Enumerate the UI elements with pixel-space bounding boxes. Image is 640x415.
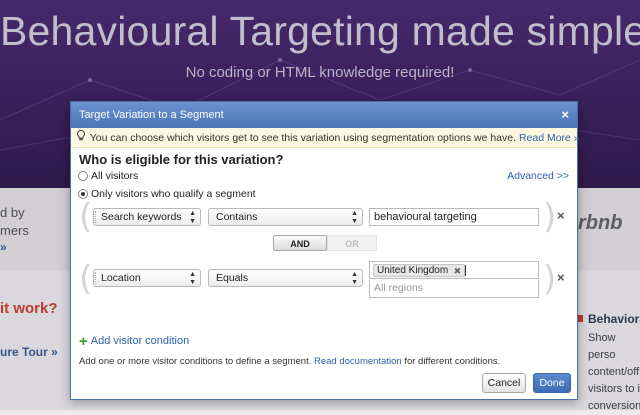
- condition-field-select[interactable]: Location ▲ ▼: [93, 269, 201, 287]
- select-arrows-icon: ▲ ▼: [189, 210, 196, 225]
- modal-header: Target Variation to a Segment ×: [71, 102, 577, 128]
- condition-field-select[interactable]: Search keywords ▲ ▼: [93, 208, 201, 226]
- condition-operator-select[interactable]: Contains ▲ ▼: [208, 208, 363, 226]
- close-icon[interactable]: ×: [561, 102, 569, 128]
- eligibility-question: Who is eligible for this variation?: [79, 152, 284, 167]
- and-button[interactable]: AND: [273, 235, 327, 251]
- read-documentation-link[interactable]: Read documentation: [314, 356, 402, 367]
- open-paren-icon: (: [79, 259, 93, 299]
- radio-unchecked-icon[interactable]: [78, 171, 88, 181]
- condition-value-input[interactable]: behavioural targeting: [369, 208, 539, 226]
- read-more-link[interactable]: Read More »: [519, 132, 580, 144]
- add-visitor-condition[interactable]: + Add visitor condition: [79, 334, 189, 349]
- segment-modal: Target Variation to a Segment × You can …: [70, 101, 580, 400]
- close-paren-icon: ): [543, 197, 557, 237]
- region-tag: United Kingdom ✖: [373, 264, 466, 277]
- select-arrows-icon: ▲ ▼: [351, 271, 358, 286]
- or-button[interactable]: OR: [327, 235, 377, 251]
- info-bar: You can choose which visitors get to see…: [71, 128, 580, 148]
- modal-title: Target Variation to a Segment: [79, 109, 224, 121]
- close-paren-icon: ): [543, 259, 557, 299]
- done-button[interactable]: Done: [533, 373, 571, 393]
- advanced-link[interactable]: Advanced >>: [507, 170, 569, 182]
- cancel-button[interactable]: Cancel: [482, 373, 526, 393]
- region-tags-input[interactable]: United Kingdom ✖: [369, 261, 539, 279]
- remove-condition-icon[interactable]: ×: [557, 208, 565, 223]
- radio-all-visitors[interactable]: All visitors: [78, 170, 138, 182]
- select-arrows-icon: ▲ ▼: [189, 271, 196, 286]
- drag-handle-icon[interactable]: [95, 211, 98, 223]
- drag-handle-icon[interactable]: [95, 272, 98, 284]
- region-search-input[interactable]: All regions: [369, 280, 539, 298]
- lightbulb-icon: [77, 128, 87, 148]
- region-multiselect[interactable]: United Kingdom ✖ All regions: [369, 261, 539, 298]
- condition-operator-select[interactable]: Equals ▲ ▼: [208, 269, 363, 287]
- remove-tag-icon[interactable]: ✖: [454, 265, 462, 277]
- select-arrows-icon: ▲ ▼: [351, 210, 358, 225]
- radio-segment-visitors[interactable]: Only visitors who qualify a segment: [78, 188, 256, 200]
- plus-icon[interactable]: +: [79, 334, 88, 349]
- help-text: Add one or more visitor conditions to de…: [79, 356, 501, 367]
- open-paren-icon: (: [79, 197, 93, 237]
- remove-condition-icon[interactable]: ×: [557, 270, 565, 285]
- text-caret: [465, 265, 466, 276]
- info-text: You can choose which visitors get to see…: [89, 132, 517, 144]
